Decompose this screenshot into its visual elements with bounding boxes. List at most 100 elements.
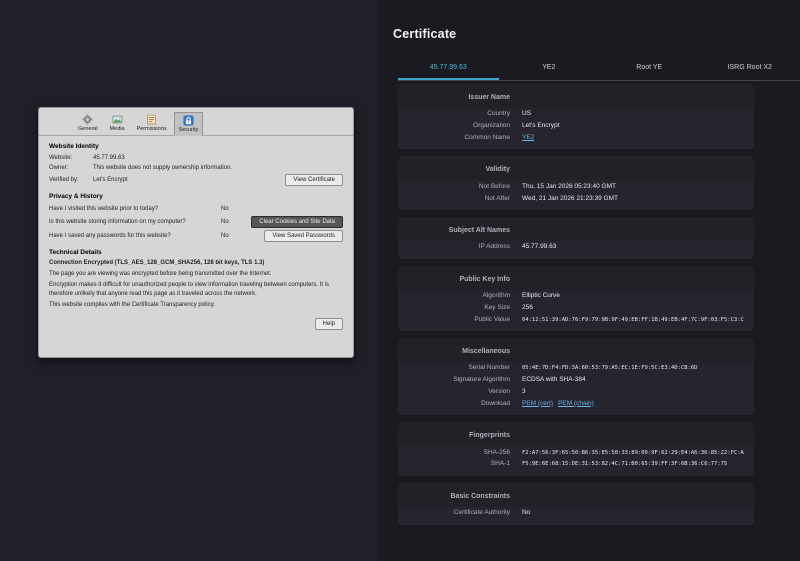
tab-security[interactable]: Security [173, 112, 204, 136]
website-label: Website: [49, 154, 73, 161]
cert-field-label: Key Size [484, 303, 510, 311]
cert-section-subject-alt-names: Subject Alt Names IP Address 45.77.99.63 [398, 216, 754, 259]
page-info-tab-bar: General Media Permissions Security [39, 108, 353, 136]
cert-field-row-key-size: Key Size 256 [398, 301, 754, 313]
page-info-body: Website Identity Website: 45.77.99.63 Ow… [39, 136, 353, 330]
cert-section-header: Subject Alt Names [398, 216, 754, 241]
cert-field-row-not-after: Not After Wed, 21 Jan 2026 21:23:39 GMT [398, 192, 754, 204]
owner-value: This website does not supply ownership i… [93, 165, 233, 171]
row-website: Website: 45.77.99.63 [49, 153, 343, 162]
cert-field-row-algorithm: Algorithm Elliptic Curve [398, 290, 754, 302]
cert-section-public-key-info: Public Key Info Algorithm Elliptic Curve Ke… [398, 265, 754, 332]
website-value: 45.77.99.63 [93, 154, 125, 161]
question-storing: Is this website storing information on m… [49, 219, 186, 225]
cert-tab-isrg-root-x2[interactable]: ISRG Root X2 [700, 56, 800, 80]
cert-link-ye2[interactable]: YE2 [522, 134, 534, 141]
cert-field-label: SHA-256 [483, 448, 510, 456]
cert-section-header: Basic Constraints [398, 482, 754, 507]
cert-field-value: F2:A7:56:3F:65:50:B6:35:E5:50:33:89:09:9… [522, 449, 744, 456]
row-storing-info: Is this website storing information on m… [49, 216, 343, 228]
tab-media-label: Media [109, 126, 125, 132]
answer-storing: No [221, 219, 229, 225]
tech-line-3: Encryption makes it difficult for unauth… [49, 282, 330, 298]
help-row: Help [49, 317, 343, 330]
page-info-dialog: General Media Permissions Security Websi… [38, 107, 354, 358]
cert-field-label: Certificate Authority [453, 509, 510, 517]
cert-field-value: 04:12:51:39:AD:76:F9:79:9B:9F:49:EB:FF:1… [522, 316, 744, 323]
cert-section-miscellaneous: Miscellaneous Serial Number 05:4E:7D:F4:FD… [398, 338, 754, 416]
tech-line-4: This website complies with the Certifica… [49, 302, 215, 309]
cert-field-label: Download [481, 399, 510, 407]
row-saved-passwords: Have I saved any passwords for this webs… [49, 230, 343, 242]
cert-field-value: F5:9E:6E:68:15:DE:31:53:82:4C:71:B0:65:3… [522, 461, 728, 468]
download-link-pem-chain[interactable]: PEM (chain) [558, 400, 594, 407]
cert-field-row-signature-algorithm: Signature Algorithm ECDSA with SHA-384 [398, 374, 754, 386]
cert-field-value: Elliptic Curve [522, 292, 560, 300]
tab-general-label: General [78, 126, 98, 132]
cert-field-label: Signature Algorithm [453, 376, 510, 384]
tab-media[interactable]: Media [105, 111, 130, 135]
tab-security-label: Security [178, 127, 199, 133]
cert-tab-ye2[interactable]: YE2 [499, 56, 600, 80]
cert-tab-root-ye[interactable]: Root YE [599, 56, 700, 80]
cert-section-title: Issuer Name [468, 94, 510, 101]
cert-field-value: US [522, 110, 532, 118]
cert-field-value: Thu, 15 Jan 2026 05:23:40 GMT [522, 182, 616, 190]
cert-field-row-sha-1: SHA-1 F5:9E:6E:68:15:DE:31:53:82:4C:71:B0… [398, 458, 754, 470]
checklist-icon [146, 114, 157, 125]
heading-privacy-history: Privacy & History [49, 193, 103, 200]
cert-field-value: Let's Encrypt [522, 122, 560, 130]
row-visited-before: Have I visited this website prior to tod… [49, 203, 343, 214]
cert-section-header: Fingerprints [398, 422, 754, 447]
cert-field-value: ECDSA with SHA-384 [522, 376, 586, 384]
cert-tab-45-77-99-63[interactable]: 45.77.99.63 [398, 56, 499, 80]
cert-field-row-serial-number: Serial Number 05:4E:7D:F4:FD:3A:60:53:79:… [398, 362, 754, 374]
question-visited: Have I visited this website prior to tod… [49, 205, 159, 212]
cert-field-value: YE2 [522, 134, 744, 141]
question-passwords: Have I saved any passwords for this webs… [49, 233, 171, 239]
cert-field-row-ip-address: IP Address 45.77.99.63 [398, 241, 754, 253]
cert-field-label: Version [488, 387, 510, 395]
cert-field-label: IP Address [478, 243, 510, 251]
tab-general[interactable]: General [73, 111, 103, 135]
tech-line-2: The page you are viewing was encrypted b… [49, 271, 272, 278]
view-saved-passwords-button[interactable]: View Saved Passwords [264, 230, 343, 242]
cert-field-value: Wed, 21 Jan 2026 21:23:39 GMT [522, 194, 618, 202]
cert-tab-bar: 45.77.99.63 YE2 Root YE ISRG Root X2 [398, 56, 800, 81]
cert-field-value: 05:4E:7D:F4:FD:3A:60:53:79:A5:EC:1E:F9:5… [522, 365, 698, 372]
cert-field-value: No [522, 509, 531, 517]
cert-section-issuer-name: Issuer Name Country US Organization Let's En… [398, 84, 754, 150]
tab-permissions-label: Permissions [136, 126, 167, 132]
view-certificate-button[interactable]: View Certificate [285, 174, 343, 186]
certificate-page-title: Certificate [393, 27, 457, 41]
tab-permissions[interactable]: Permissions [132, 111, 172, 135]
cert-section-title: Subject Alt Names [448, 226, 510, 234]
heading-technical-details: Technical Details [49, 249, 102, 256]
cert-field-label: Not After [484, 194, 510, 202]
cert-field-value: 3 [522, 387, 526, 395]
cert-field-label: Algorithm [482, 292, 510, 300]
owner-label: Owner: [49, 165, 69, 171]
cert-section-title: Public Key Info [459, 275, 510, 283]
cert-section-title: Miscellaneous [462, 348, 510, 356]
cert-section-title: Validity [485, 166, 510, 174]
row-verified-by: Verified by: Let's Encrypt View Certific… [49, 174, 343, 186]
cert-section-header: Validity [398, 156, 754, 181]
cert-field-label: Common Name [464, 133, 510, 141]
cert-field-row-public-value: Public Value 04:12:51:39:AD:76:F9:79:9B:9… [398, 313, 754, 325]
clear-cookies-button[interactable]: Clear Cookies and Site Data [251, 216, 343, 228]
cert-field-row-certificate-authority: Certificate Authority No [398, 507, 754, 519]
cert-section-fingerprints: Fingerprints SHA-256 F2:A7:56:3F:65:50:B6:… [398, 422, 754, 476]
cert-field-value: PEM (cert) PEM (chain) [522, 400, 744, 407]
row-owner: Owner: This website does not supply owne… [49, 164, 343, 173]
cert-field-value: 45.77.99.63 [522, 243, 557, 251]
cert-section-header: Issuer Name [398, 84, 754, 108]
cert-field-row-organization: Organization Let's Encrypt [398, 120, 754, 132]
help-button[interactable]: Help [314, 317, 343, 330]
download-link-pem-cert[interactable]: PEM (cert) [522, 400, 553, 407]
cert-field-label: Serial Number [468, 364, 510, 372]
cert-field-label: Not Before [478, 182, 510, 190]
cert-section-header: Miscellaneous [398, 338, 754, 363]
cert-field-row-download: Download PEM (cert) PEM (chain) [398, 397, 754, 409]
cert-section-header: Public Key Info [398, 265, 754, 290]
